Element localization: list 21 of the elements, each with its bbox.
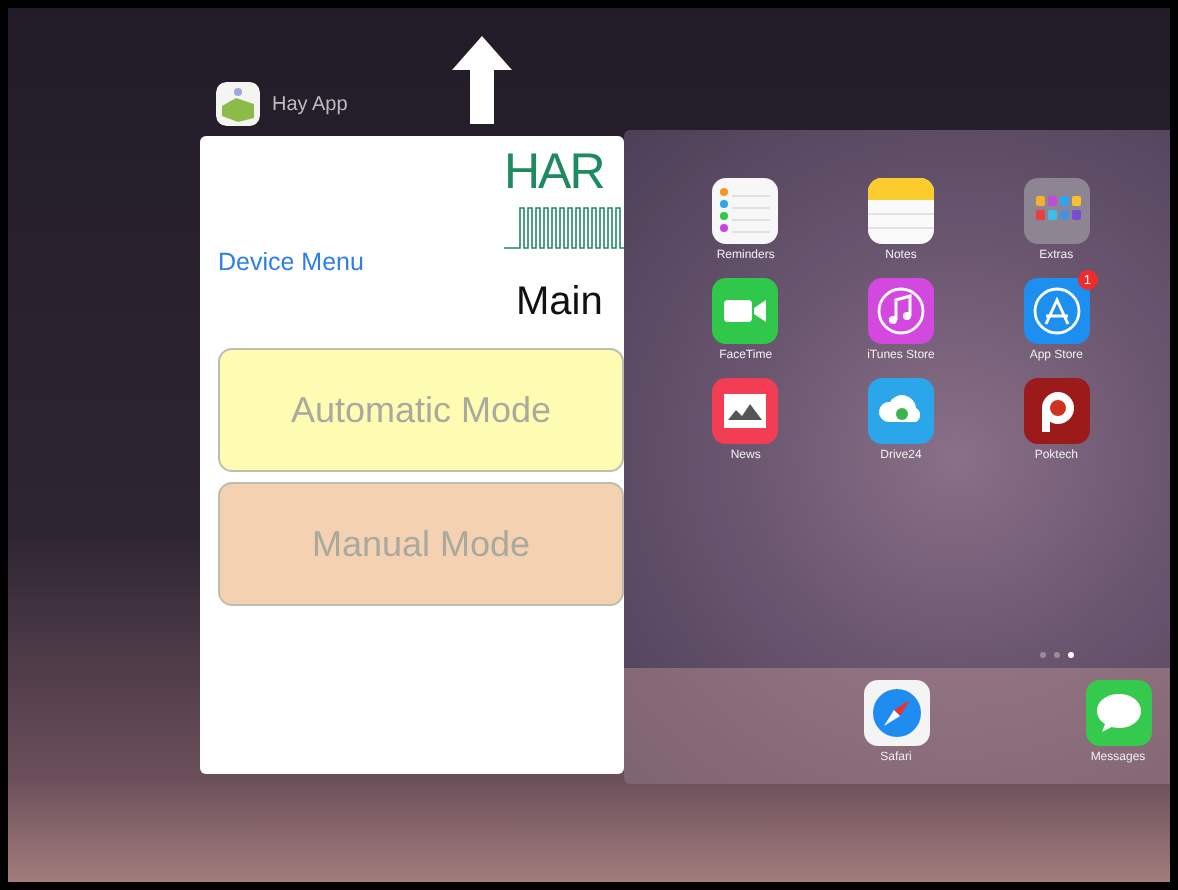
hay-bale-app-icon	[216, 82, 260, 126]
page-dot[interactable]	[1068, 652, 1074, 658]
newspaper-app-icon[interactable]	[712, 378, 779, 444]
page-dot[interactable]	[1054, 652, 1060, 658]
page-dot[interactable]	[1040, 652, 1046, 658]
app-store-icon[interactable]	[1023, 278, 1090, 344]
video-camera-app-icon[interactable]	[712, 278, 779, 344]
cloud-app-icon[interactable]	[867, 378, 934, 444]
mode-button[interactable]: Automatic Mode	[218, 348, 624, 472]
music-note-app-icon[interactable]	[867, 278, 934, 344]
device-menu-link[interactable]: Device Menu	[218, 248, 364, 276]
speech-bubble-app-icon[interactable]	[1085, 680, 1151, 746]
page-heading: Main	[516, 280, 603, 326]
notes-app-icon[interactable]	[867, 178, 934, 244]
arrow-icon	[452, 36, 512, 124]
folder-icon[interactable]	[1023, 178, 1090, 244]
logo-text: HAR	[504, 148, 606, 198]
app-card[interactable]: HAR Device Menu Main Automatic Mode Manual Mode	[200, 136, 624, 774]
app-name: Hay App	[272, 93, 348, 115]
compass-app-icon[interactable]	[863, 680, 929, 746]
reminders-app-icon[interactable]	[712, 178, 779, 244]
